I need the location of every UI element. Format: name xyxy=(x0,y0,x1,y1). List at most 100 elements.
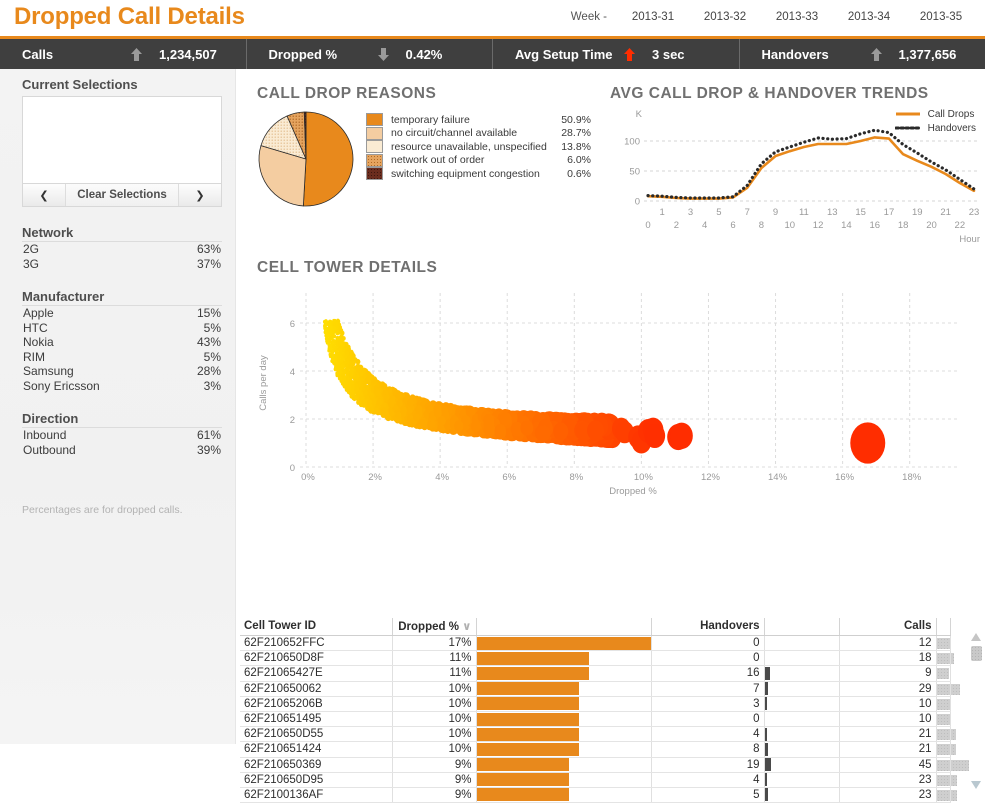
cell-handovers: 0 xyxy=(651,651,764,666)
x-tick-label: 20 xyxy=(926,220,937,231)
cell-tower-id: 62F21065206B xyxy=(240,696,392,711)
table-row[interactable]: 62F2100136AF9%523 xyxy=(240,787,950,802)
scatter-point xyxy=(420,419,427,428)
table-row[interactable]: 62F21065427E11%169 xyxy=(240,666,950,681)
x-tick-label: 6% xyxy=(502,472,516,483)
table-row[interactable]: 62F210650D8F11%018 xyxy=(240,651,950,666)
legend-item[interactable]: no circuit/channel available 28.7% xyxy=(366,127,591,141)
cell-handovers-bar xyxy=(764,651,839,666)
week-option-2013-32[interactable]: 2013-32 xyxy=(689,11,761,23)
legend-swatch-resource-unavailable xyxy=(366,140,383,153)
scatter-point xyxy=(356,366,360,371)
table-row[interactable]: 62F21065149510%010 xyxy=(240,711,950,726)
selection-back-button[interactable]: ❮ xyxy=(23,184,66,206)
filter-label: Sony Ericsson xyxy=(23,379,100,394)
x-tick-label: 14% xyxy=(768,472,788,483)
list-item[interactable]: 2G 63% xyxy=(22,242,222,257)
table-row[interactable]: 62F2106503699%1945 xyxy=(240,757,950,772)
kpi-avg-setup-time[interactable]: Avg Setup Time 3 sec xyxy=(493,39,740,69)
kpi-calls-label: Calls xyxy=(22,47,130,62)
legend-value: 13.8% xyxy=(553,141,591,153)
x-axis-label: Dropped % xyxy=(609,486,657,497)
legend-item[interactable]: temporary failure 50.9% xyxy=(366,113,591,127)
cell-dropped-pct-bar xyxy=(476,742,651,757)
cell-dropped-pct-bar xyxy=(476,681,651,696)
week-option-2013-35[interactable]: 2013-35 xyxy=(905,11,977,23)
legend-value: 0.6% xyxy=(553,168,591,180)
scatter-point xyxy=(347,383,351,388)
x-tick-label: 18 xyxy=(898,220,909,231)
cell-calls: 10 xyxy=(839,696,936,711)
cell-calls: 23 xyxy=(839,787,936,802)
scatter-point xyxy=(365,378,370,384)
x-tick-label: 12% xyxy=(701,472,721,483)
table-row[interactable]: 62F210650D5510%421 xyxy=(240,727,950,742)
kpi-handovers-label: Handovers xyxy=(762,47,870,62)
y-tick-label: 6 xyxy=(290,319,295,330)
clear-selections-button[interactable]: Clear Selections xyxy=(66,184,178,206)
list-item[interactable]: Nokia 43% xyxy=(22,335,222,350)
cell-calls: 29 xyxy=(839,681,936,696)
table-row[interactable]: 62F210652FFC17%012 xyxy=(240,636,950,651)
y-tick-label: 2 xyxy=(290,415,295,426)
list-item[interactable]: RIM 5% xyxy=(22,350,222,365)
legend-item[interactable]: resource unavailable, unspecified 13.8% xyxy=(366,140,591,154)
cell-handovers: 5 xyxy=(651,787,764,802)
cell-tower-scatter-chart[interactable]: 0%2%4%6%8%10%12%14%16%18%0246Dropped %Ca… xyxy=(248,285,984,513)
filter-label: RIM xyxy=(23,350,45,365)
legend-swatch-temporary-failure xyxy=(366,113,383,126)
column-header-calls[interactable]: Calls xyxy=(839,618,936,636)
table-row[interactable]: 62F21065006210%729 xyxy=(240,681,950,696)
cell-tower-id: 62F210650062 xyxy=(240,681,392,696)
scatter-point xyxy=(350,392,354,397)
table-scrollbar[interactable] xyxy=(969,632,983,790)
list-item[interactable]: Sony Ericsson 3% xyxy=(22,379,222,394)
trends-line-chart[interactable]: 050100K012345678910111213141516171819202… xyxy=(602,103,982,248)
list-item[interactable]: Outbound 39% xyxy=(22,443,222,458)
call-drop-reasons-pie[interactable] xyxy=(256,109,356,209)
week-option-2013-33[interactable]: 2013-33 xyxy=(761,11,833,23)
x-tick-label: 15 xyxy=(855,207,866,218)
table-row[interactable]: 62F21065206B10%310 xyxy=(240,696,950,711)
scroll-up-icon[interactable] xyxy=(970,632,982,642)
column-header-handovers[interactable]: Handovers xyxy=(651,618,764,636)
week-option-2013-34[interactable]: 2013-34 xyxy=(833,11,905,23)
kpi-handovers[interactable]: Handovers 1,377,656 xyxy=(740,39,985,69)
x-tick-label: 3 xyxy=(688,207,693,218)
week-option-2013-31[interactable]: 2013-31 xyxy=(617,11,689,23)
scatter-point xyxy=(407,399,414,407)
scatter-point xyxy=(374,388,379,394)
legend-item[interactable]: switching equipment congestion 0.6% xyxy=(366,167,591,181)
current-selections-box[interactable] xyxy=(22,96,222,184)
list-item[interactable]: Samsung 28% xyxy=(22,364,222,379)
table-row[interactable]: 62F21065142410%821 xyxy=(240,742,950,757)
legend-label: resource unavailable, unspecified xyxy=(391,141,553,153)
scatter-point xyxy=(340,364,344,368)
cell-dropped-pct-bar xyxy=(476,772,651,787)
trend-up-alert-icon xyxy=(623,47,636,62)
list-item[interactable]: Apple 15% xyxy=(22,306,222,321)
list-item[interactable]: Inbound 61% xyxy=(22,428,222,443)
legend-item[interactable]: network out of order 6.0% xyxy=(366,154,591,168)
scatter-point xyxy=(351,361,355,366)
kpi-calls[interactable]: Calls 1,234,507 xyxy=(0,39,247,69)
table-row[interactable]: 62F210650D959%423 xyxy=(240,772,950,787)
column-header-cell-tower-id[interactable]: Cell Tower ID xyxy=(240,618,392,636)
selection-forward-button[interactable]: ❯ xyxy=(178,184,221,206)
column-header-dropped-pct[interactable]: Dropped % ∨ xyxy=(392,618,476,636)
scrollbar-thumb[interactable] xyxy=(971,646,982,661)
scatter-point xyxy=(644,424,665,448)
trend-up-icon xyxy=(870,47,883,62)
scroll-down-icon[interactable] xyxy=(970,780,982,790)
list-item[interactable]: 3G 37% xyxy=(22,257,222,272)
scatter-point xyxy=(342,377,346,382)
cell-handovers: 19 xyxy=(651,757,764,772)
trend-up-icon xyxy=(130,47,143,62)
week-selector[interactable]: Week - 2013-31 2013-32 2013-33 2013-34 2… xyxy=(571,11,977,23)
kpi-dropped-pct-label: Dropped % xyxy=(269,47,377,62)
column-header-calls-bar xyxy=(936,618,950,636)
call-drop-reasons-title: CALL DROP REASONS xyxy=(257,85,436,103)
list-item[interactable]: HTC 5% xyxy=(22,321,222,336)
kpi-dropped-pct[interactable]: Dropped % 0.42% xyxy=(247,39,494,69)
cell-handovers-bar xyxy=(764,772,839,787)
